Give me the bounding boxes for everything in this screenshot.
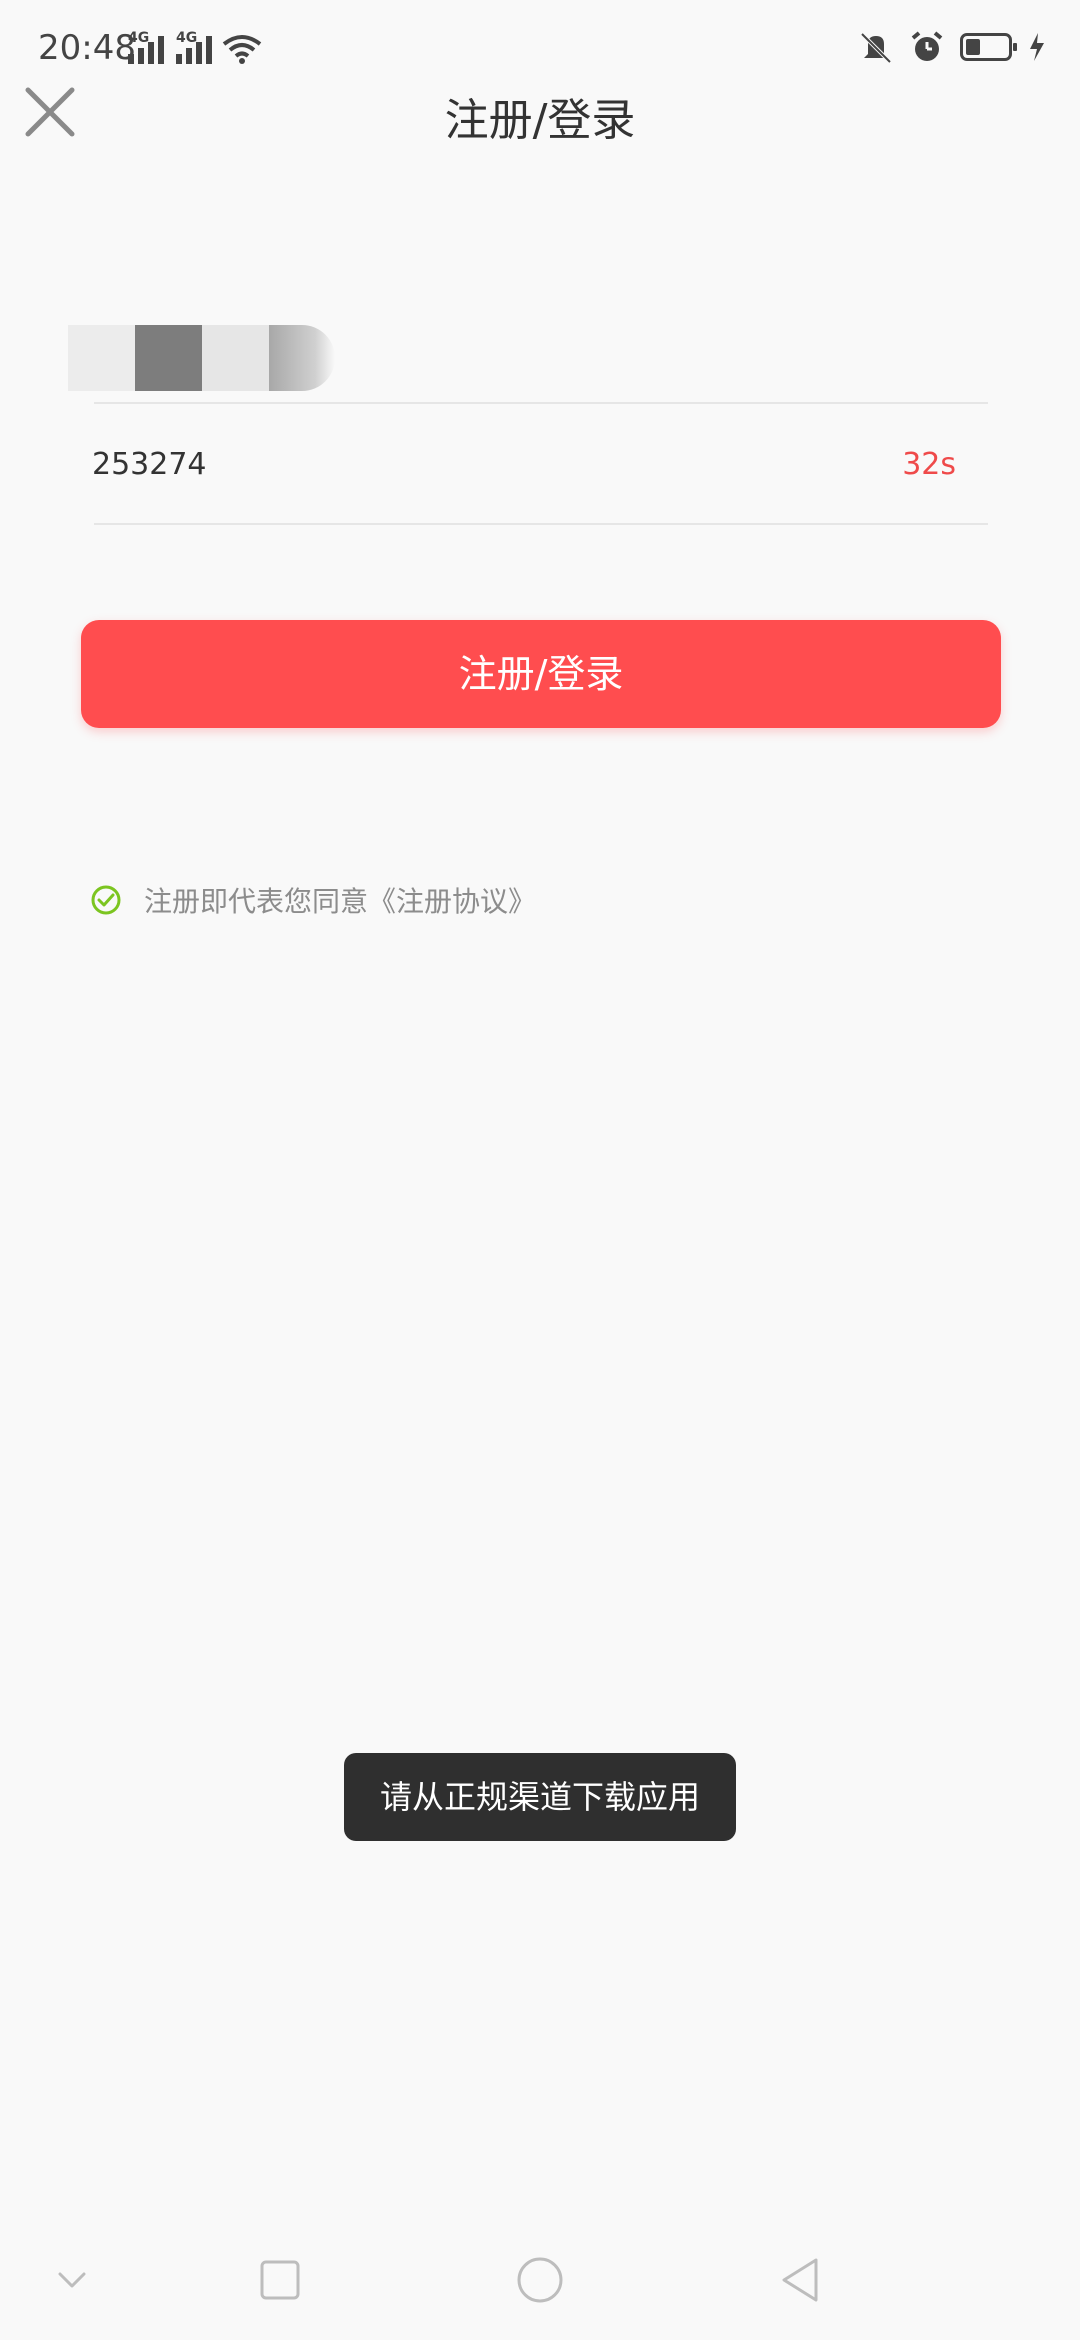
system-nav-bar (0, 2230, 1080, 2340)
charging-icon (1030, 33, 1044, 61)
nav-home-button[interactable] (500, 2250, 580, 2310)
square-icon (260, 2260, 300, 2300)
wifi-icon (222, 35, 262, 64)
signal-icon: 4G (176, 30, 212, 64)
nav-back-button[interactable] (760, 2250, 840, 2310)
status-time: 20:48 (38, 28, 136, 68)
signal-icon: 4G (128, 30, 164, 64)
header: 注册/登录 (0, 70, 1080, 160)
verification-code-input[interactable]: 253274 (92, 435, 792, 495)
resend-countdown[interactable]: 32s (902, 435, 956, 495)
check-circle-icon[interactable] (90, 884, 122, 916)
agreement-text[interactable]: 注册即代表您同意《注册协议》 (144, 880, 536, 920)
masked-phone-number (68, 325, 335, 391)
register-login-button[interactable]: 注册/登录 (81, 620, 1001, 728)
status-right-icons (858, 30, 1046, 64)
network-type-label: 4G (128, 30, 150, 46)
network-type-label: 4G (176, 30, 198, 46)
circle-icon (517, 2257, 563, 2303)
phone-input-underline (94, 402, 988, 404)
mute-icon (860, 32, 892, 64)
alarm-icon (911, 31, 943, 61)
back-triangle-icon (782, 2258, 818, 2302)
page-title: 注册/登录 (444, 95, 636, 146)
phone-input[interactable] (68, 325, 988, 395)
code-input-underline (94, 523, 988, 525)
nav-hide-button[interactable] (32, 2250, 112, 2310)
agreement-row[interactable]: 注册即代表您同意《注册协议》 (90, 878, 536, 922)
chevron-down-icon (58, 2272, 86, 2288)
nav-recents-button[interactable] (240, 2250, 320, 2310)
battery-icon (960, 33, 1017, 61)
toast-message: 请从正规渠道下载应用 (344, 1753, 736, 1841)
